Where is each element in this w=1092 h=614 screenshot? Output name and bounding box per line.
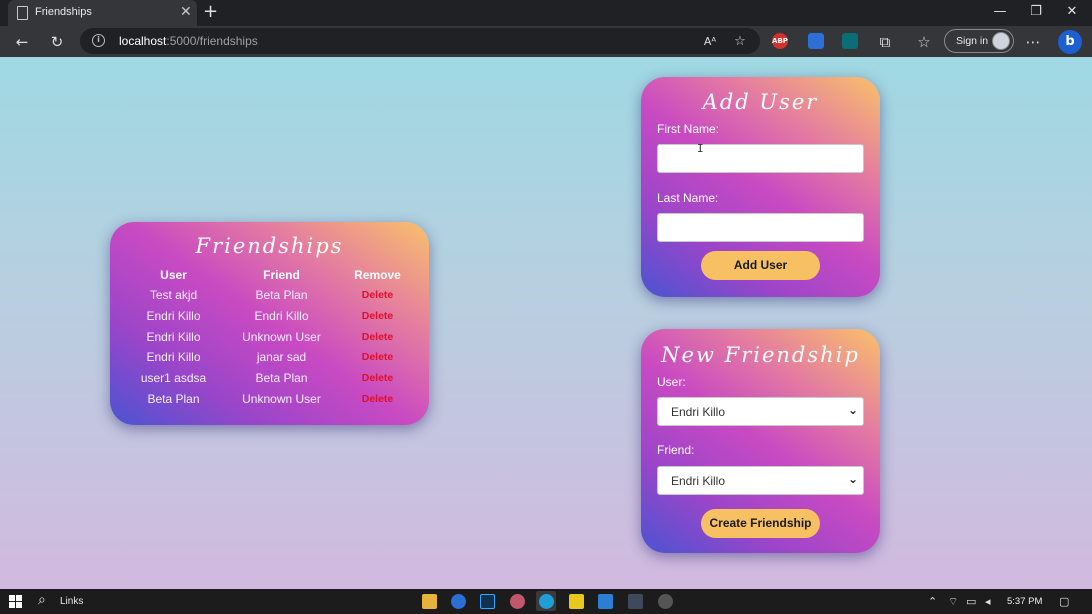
- row-friend: Beta Plan: [255, 288, 308, 303]
- delete-link[interactable]: Delete: [326, 306, 429, 327]
- avatar: [992, 32, 1010, 50]
- last-name-field[interactable]: [657, 213, 864, 242]
- new-friendship-title: New Friendship: [661, 343, 860, 367]
- row-friend: janar sad: [256, 350, 307, 365]
- table-row: Endri Killo janar sad Delete: [110, 347, 429, 368]
- chevron-down-icon: ⌄: [847, 403, 858, 417]
- table-row: Beta Plan Unknown User Delete: [110, 388, 429, 409]
- last-name-label: Last Name:: [657, 191, 719, 205]
- friend-select-value: Endri Killo: [671, 474, 726, 488]
- friendships-table: User Friend Remove Test akjd Beta Plan D…: [110, 264, 429, 409]
- chevron-down-icon: ⌄: [847, 472, 858, 486]
- github-icon[interactable]: [658, 594, 673, 609]
- bing-icon[interactable]: b: [1058, 30, 1082, 54]
- extension-icon[interactable]: [842, 33, 858, 49]
- friend-select[interactable]: Endri Killo ⌄: [657, 466, 864, 495]
- row-friend: Unknown User: [242, 329, 321, 344]
- tab-close-icon[interactable]: ✕: [180, 4, 192, 20]
- new-tab-icon[interactable]: +: [203, 2, 218, 22]
- extensions-puzzle-icon[interactable]: ⧉: [874, 31, 896, 53]
- browser-toolbar: ← ↻ i localhost:5000/friendships Aᴬ ☆ AB…: [0, 26, 1092, 57]
- friendships-card: Friendships User Friend Remove Test akjd…: [110, 222, 429, 425]
- row-friend: Endri Killo: [254, 309, 309, 324]
- delete-link[interactable]: Delete: [326, 326, 429, 347]
- edge-icon[interactable]: [539, 594, 554, 609]
- user-select-value: Endri Killo: [671, 405, 726, 419]
- bluetooth-icon[interactable]: [451, 594, 466, 609]
- row-user: Beta Plan: [147, 391, 200, 406]
- page-icon: [17, 6, 28, 20]
- shield-extension-icon[interactable]: [808, 33, 824, 49]
- add-user-button[interactable]: Add User: [701, 251, 820, 280]
- table-row: user1 asdsa Beta Plan Delete: [110, 368, 429, 389]
- adblock-extension-icon[interactable]: ABP: [772, 33, 788, 49]
- row-friend: Unknown User: [242, 391, 321, 406]
- volume-icon[interactable]: ◂: [985, 595, 991, 608]
- taskbar-links-toolbar[interactable]: Links: [60, 596, 83, 607]
- first-name-label: First Name:: [657, 122, 720, 136]
- vscode-icon[interactable]: [598, 594, 613, 609]
- app-icon[interactable]: [510, 594, 525, 609]
- column-header-user: User: [160, 267, 187, 282]
- tab-friendships[interactable]: Friendships ✕: [8, 0, 197, 26]
- friendships-title: Friendships: [195, 234, 344, 258]
- delete-link[interactable]: Delete: [326, 347, 429, 368]
- photoshop-icon[interactable]: [480, 594, 495, 609]
- row-user: Endri Killo: [146, 350, 201, 365]
- delete-link[interactable]: Delete: [326, 388, 429, 409]
- favorites-icon[interactable]: ☆: [913, 31, 935, 53]
- add-user-title: Add User: [702, 90, 819, 114]
- browser-tab-bar: Friendships ✕ + — ❐ ✕: [0, 0, 1092, 26]
- table-row: Endri Killo Unknown User Delete: [110, 326, 429, 347]
- row-friend: Beta Plan: [255, 371, 308, 386]
- git-app-icon[interactable]: [628, 594, 643, 609]
- read-aloud-icon[interactable]: Aᴬ: [699, 31, 721, 53]
- battery-icon[interactable]: ▭: [966, 595, 976, 608]
- url-text: localhost:5000/friendships: [119, 34, 258, 48]
- address-bar[interactable]: i localhost:5000/friendships: [80, 28, 760, 54]
- user-select-label: User:: [657, 375, 686, 389]
- windows-start-icon[interactable]: [9, 595, 22, 608]
- sign-in-label: Sign in: [956, 35, 989, 47]
- row-user: Endri Killo: [146, 309, 201, 324]
- sticky-notes-icon[interactable]: [569, 594, 584, 609]
- user-select[interactable]: Endri Killo ⌄: [657, 397, 864, 426]
- window-close-icon[interactable]: ✕: [1063, 4, 1081, 20]
- search-icon[interactable]: ⌕: [38, 592, 46, 608]
- clock[interactable]: 5:37 PM: [1007, 596, 1042, 607]
- add-user-card: Add User First Name: Last Name: Add User: [641, 77, 880, 297]
- sign-in-button[interactable]: Sign in: [944, 29, 1014, 53]
- network-icon[interactable]: ⌔: [948, 595, 958, 609]
- row-user: Test akjd: [149, 288, 198, 303]
- table-row: Test akjd Beta Plan Delete: [110, 285, 429, 306]
- column-header-remove: Remove: [354, 267, 401, 282]
- row-user: user1 asdsa: [140, 371, 207, 386]
- restore-icon[interactable]: ❐: [1027, 4, 1045, 20]
- row-user: Endri Killo: [146, 329, 201, 344]
- text-cursor-icon: I: [697, 142, 704, 155]
- minimize-icon[interactable]: —: [991, 4, 1009, 20]
- back-icon[interactable]: ←: [11, 31, 33, 53]
- column-header-friend: Friend: [263, 267, 300, 282]
- chevron-up-icon[interactable]: ⌃: [928, 595, 937, 608]
- file-explorer-icon[interactable]: [422, 594, 437, 609]
- friend-select-label: Friend:: [657, 443, 695, 457]
- table-header-row: User Friend Remove: [110, 264, 429, 285]
- new-friendship-card: New Friendship User: Endri Killo ⌄ Frien…: [641, 329, 880, 553]
- delete-link[interactable]: Delete: [326, 285, 429, 306]
- delete-link[interactable]: Delete: [326, 368, 429, 389]
- windows-taskbar: ⌕ Links ⌃ ⌔ ▭ ◂ 5:37 PM ▢: [0, 589, 1092, 614]
- notifications-icon[interactable]: ▢: [1059, 595, 1069, 608]
- info-icon[interactable]: i: [92, 34, 105, 47]
- tab-title: Friendships: [35, 6, 92, 18]
- page-viewport: Friendships User Friend Remove Test akjd…: [0, 57, 1092, 589]
- table-row: Endri Killo Endri Killo Delete: [110, 306, 429, 327]
- refresh-icon[interactable]: ↻: [46, 31, 68, 53]
- add-favorite-icon[interactable]: ☆: [729, 31, 751, 53]
- more-menu-icon[interactable]: ⋯: [1022, 31, 1044, 53]
- first-name-field[interactable]: [657, 144, 864, 173]
- create-friendship-button[interactable]: Create Friendship: [701, 509, 820, 538]
